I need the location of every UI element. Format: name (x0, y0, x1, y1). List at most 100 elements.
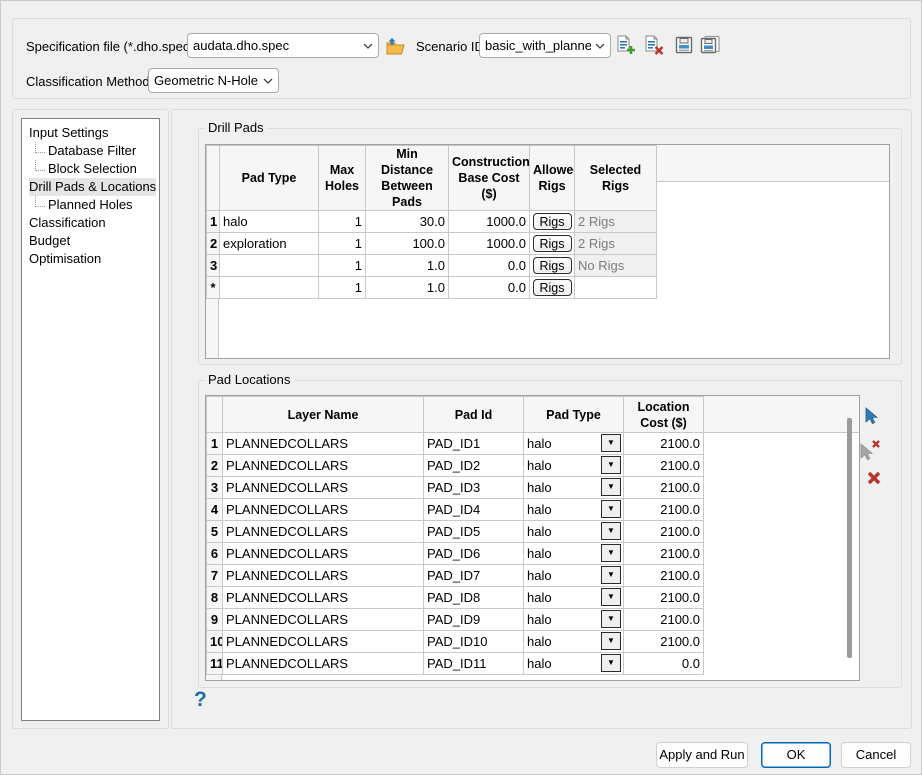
row-header[interactable]: 8 (207, 587, 223, 609)
cell-location-cost[interactable]: 2100.0 (624, 565, 704, 587)
cell-pad-id[interactable]: PAD_ID10 (424, 631, 524, 653)
cell-pad-type[interactable]: halo▼ (524, 543, 624, 565)
tree-item-input-settings[interactable]: Input Settings (22, 124, 159, 142)
col-header-pad-id[interactable]: Pad Id (424, 397, 524, 433)
cell-layer-name[interactable]: PLANNEDCOLLARS (223, 543, 424, 565)
rigs-button[interactable]: Rigs (533, 257, 572, 274)
cell-pad-id[interactable]: PAD_ID4 (424, 499, 524, 521)
cell-max-holes[interactable]: 1 (319, 277, 366, 299)
cell-layer-name[interactable]: PLANNEDCOLLARS (223, 653, 424, 675)
pad-type-dropdown-button[interactable]: ▼ (601, 544, 621, 562)
col-header-layer-name[interactable]: Layer Name (223, 397, 424, 433)
vertical-scrollbar[interactable] (847, 418, 852, 658)
col-header-location-cost[interactable]: Location Cost ($) (624, 397, 704, 433)
cell-min-distance[interactable]: 1.0 (366, 255, 449, 277)
scenario-id-combobox[interactable]: basic_with_plannedh (479, 33, 611, 58)
cell-location-cost[interactable]: 2100.0 (624, 609, 704, 631)
cell-pad-type[interactable] (220, 255, 319, 277)
row-header[interactable]: 7 (207, 565, 223, 587)
pad-type-dropdown-button[interactable]: ▼ (601, 654, 621, 672)
row-header[interactable]: 1 (207, 211, 220, 233)
cell-pad-id[interactable]: PAD_ID2 (424, 455, 524, 477)
cell-pad-id[interactable]: PAD_ID11 (424, 653, 524, 675)
cell-pad-id[interactable]: PAD_ID5 (424, 521, 524, 543)
cell-layer-name[interactable]: PLANNEDCOLLARS (223, 565, 424, 587)
cell-max-holes[interactable]: 1 (319, 255, 366, 277)
cell-location-cost[interactable]: 2100.0 (624, 499, 704, 521)
cell-max-holes[interactable]: 1 (319, 233, 366, 255)
pad-type-dropdown-button[interactable]: ▼ (601, 434, 621, 452)
row-header[interactable]: 3 (207, 477, 223, 499)
row-header[interactable]: 6 (207, 543, 223, 565)
cancel-button[interactable]: Cancel (841, 742, 911, 768)
cell-base-cost[interactable]: 0.0 (449, 277, 530, 299)
row-header[interactable]: 2 (207, 233, 220, 255)
tree-item-optimisation[interactable]: Optimisation (22, 250, 159, 268)
col-header-max-holes[interactable]: Max Holes (319, 146, 366, 211)
unpick-locations-button[interactable] (858, 439, 884, 464)
cell-pad-type[interactable]: halo▼ (524, 433, 624, 455)
cell-base-cost[interactable]: 1000.0 (449, 233, 530, 255)
cell-pad-type[interactable]: halo▼ (524, 631, 624, 653)
row-header[interactable]: 5 (207, 521, 223, 543)
tree-item-block-selection[interactable]: Block Selection (22, 160, 159, 178)
cell-location-cost[interactable]: 2100.0 (624, 477, 704, 499)
pad-type-dropdown-button[interactable]: ▼ (601, 478, 621, 496)
pad-type-dropdown-button[interactable]: ▼ (601, 522, 621, 540)
cell-min-distance[interactable]: 1.0 (366, 277, 449, 299)
cell-pad-id[interactable]: PAD_ID3 (424, 477, 524, 499)
cell-layer-name[interactable]: PLANNEDCOLLARS (223, 499, 424, 521)
tree-item-drill-pads-locations[interactable]: Drill Pads & Locations (22, 178, 159, 196)
cell-pad-type[interactable] (220, 277, 319, 299)
rigs-button[interactable]: Rigs (533, 279, 572, 296)
cell-pad-type[interactable]: exploration (220, 233, 319, 255)
spec-file-combobox[interactable]: audata.dho.spec (187, 33, 379, 58)
cell-layer-name[interactable]: PLANNEDCOLLARS (223, 631, 424, 653)
row-header[interactable]: * (207, 277, 220, 299)
cell-pad-id[interactable]: PAD_ID8 (424, 587, 524, 609)
pad-type-dropdown-button[interactable]: ▼ (601, 566, 621, 584)
col-header-selected-rigs[interactable]: Selected Rigs (575, 146, 657, 211)
col-header-allowed-rigs[interactable]: Allowed Rigs (530, 146, 575, 211)
cell-pad-id[interactable]: PAD_ID9 (424, 609, 524, 631)
cell-pad-type[interactable]: halo▼ (524, 477, 624, 499)
ok-button[interactable]: OK (761, 742, 831, 768)
cell-location-cost[interactable]: 0.0 (624, 653, 704, 675)
delete-scenario-button[interactable] (642, 34, 664, 56)
tree-item-database-filter[interactable]: Database Filter (22, 142, 159, 160)
cell-location-cost[interactable]: 2100.0 (624, 433, 704, 455)
pad-type-dropdown-button[interactable]: ▼ (601, 632, 621, 650)
row-header[interactable]: 1 (207, 433, 223, 455)
cell-layer-name[interactable]: PLANNEDCOLLARS (223, 609, 424, 631)
row-header[interactable]: 10 (207, 631, 223, 653)
cell-pad-type[interactable]: halo▼ (524, 587, 624, 609)
classification-method-combobox[interactable]: Geometric N-Hole (148, 68, 279, 93)
rigs-button[interactable]: Rigs (533, 213, 572, 230)
pad-type-dropdown-button[interactable]: ▼ (601, 588, 621, 606)
cell-min-distance[interactable]: 30.0 (366, 211, 449, 233)
row-header[interactable]: 4 (207, 499, 223, 521)
cell-location-cost[interactable]: 2100.0 (624, 587, 704, 609)
pad-type-dropdown-button[interactable]: ▼ (601, 500, 621, 518)
rigs-button[interactable]: Rigs (533, 235, 572, 252)
pad-type-dropdown-button[interactable]: ▼ (601, 456, 621, 474)
pad-type-dropdown-button[interactable]: ▼ (601, 610, 621, 628)
cell-pad-type[interactable]: halo▼ (524, 499, 624, 521)
cell-layer-name[interactable]: PLANNEDCOLLARS (223, 587, 424, 609)
tree-item-classification[interactable]: Classification (22, 214, 159, 232)
cell-pad-id[interactable]: PAD_ID1 (424, 433, 524, 455)
cell-pad-id[interactable]: PAD_ID7 (424, 565, 524, 587)
col-header-pad-type[interactable]: Pad Type (220, 146, 319, 211)
tree-item-budget[interactable]: Budget (22, 232, 159, 250)
cell-pad-type[interactable]: halo▼ (524, 653, 624, 675)
cell-location-cost[interactable]: 2100.0 (624, 455, 704, 477)
delete-location-button[interactable] (866, 470, 882, 489)
cell-pad-type[interactable]: halo▼ (524, 455, 624, 477)
cell-layer-name[interactable]: PLANNEDCOLLARS (223, 433, 424, 455)
apply-and-run-button[interactable]: Apply and Run (656, 742, 748, 768)
row-header[interactable]: 9 (207, 609, 223, 631)
cell-max-holes[interactable]: 1 (319, 211, 366, 233)
cell-pad-id[interactable]: PAD_ID6 (424, 543, 524, 565)
help-button[interactable]: ? (194, 688, 207, 712)
cell-min-distance[interactable]: 100.0 (366, 233, 449, 255)
